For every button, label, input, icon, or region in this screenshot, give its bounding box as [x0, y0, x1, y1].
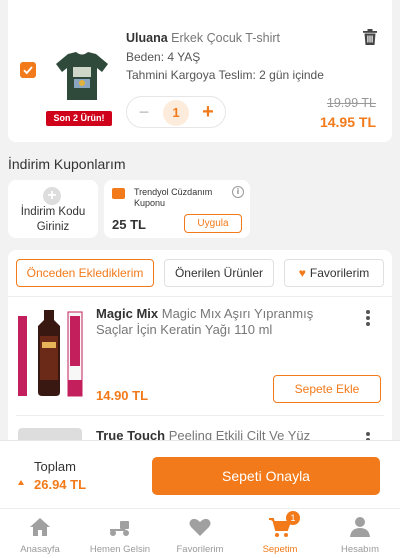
total-value[interactable]: 26.94 TL [34, 477, 86, 492]
decrease-quantity-button[interactable]: − [133, 103, 155, 123]
divider [8, 296, 392, 297]
quantity-value: 1 [163, 100, 189, 126]
nav-home[interactable]: Anasayfa [0, 509, 80, 558]
nav-favorites[interactable]: Favorilerim [160, 509, 240, 558]
home-icon [30, 518, 50, 536]
wallet-coupon-card: Trendyol Cüzdanım Kuponu i 25 TL Uygula [104, 180, 250, 238]
add-to-cart-button[interactable]: Sepete Ekle [273, 375, 381, 403]
nav-quick-delivery-label: Hemen Gelsin [89, 544, 151, 555]
increase-quantity-button[interactable]: + [197, 102, 219, 124]
reco-product-price: 14.90 TL [96, 388, 149, 403]
nav-home-label: Anasayfa [20, 544, 60, 555]
cart-item-title[interactable]: Uluana Erkek Çocuk T-shirt [126, 31, 280, 45]
nav-favorites-label: Favorilerim [176, 544, 224, 555]
confirm-cart-button[interactable]: Sepeti Onayla [152, 457, 380, 495]
chevron-up-icon[interactable] [18, 480, 24, 485]
total-label: Toplam [34, 459, 76, 474]
bottom-navigation: Anasayfa Hemen Gelsin Favorilerim 1 Sepe… [0, 508, 400, 558]
divider [16, 415, 384, 416]
wallet-icon [112, 188, 125, 199]
stock-badge: Son 2 Ürün! [46, 111, 112, 126]
enter-coupon-label: İndirim Kodu Giriniz [20, 206, 86, 233]
cart-item-delivery: Tahmini Kargoya Teslim: 2 gün içinde [126, 68, 324, 82]
nav-account[interactable]: Hesabım [320, 509, 400, 558]
item-checkbox[interactable] [20, 62, 36, 78]
reco-product-brand: Magic Mix [96, 306, 159, 321]
cart-count-badge: 1 [286, 511, 300, 525]
nav-account-label: Hesabım [340, 544, 379, 555]
checkout-summary-bar: Toplam 26.94 TL Sepeti Onayla [0, 440, 400, 508]
nav-cart-label: Sepetim [262, 544, 298, 555]
cart-item-name: Erkek Çocuk T-shirt [171, 31, 280, 45]
product-image[interactable] [52, 50, 112, 102]
scooter-icon [110, 521, 129, 536]
reco-product-title[interactable]: Magic Mix Magic Mıx Aşırı Yıpranmış Saçl… [96, 306, 336, 338]
tab-favorites-label: Favorilerim [309, 266, 370, 280]
info-icon[interactable]: i [232, 186, 244, 198]
old-price: 19.99 TL [326, 96, 376, 110]
wallet-coupon-title: Trendyol Cüzdanım Kuponu [134, 187, 213, 208]
heart-icon [189, 518, 211, 536]
cart-item-card: Son 2 Ürün! Uluana Erkek Çocuk T-shirt B… [8, 0, 392, 142]
tab-previously-added[interactable]: Önceden Eklediklerim [16, 259, 154, 287]
wallet-coupon-amount: 25 TL [112, 217, 146, 232]
check-icon [23, 66, 33, 75]
plus-circle-icon: + [43, 187, 61, 205]
cart-item-size: Beden: 4 YAŞ [126, 50, 201, 64]
reco-product-image[interactable] [16, 306, 90, 402]
apply-coupon-button[interactable]: Uygula [184, 214, 242, 233]
tab-recommended[interactable]: Önerilen Ürünler [164, 259, 274, 287]
nav-cart[interactable]: 1 Sepetim [240, 509, 320, 558]
heart-icon: ♥ [298, 266, 306, 280]
nav-quick-delivery[interactable]: Hemen Gelsin [80, 509, 160, 558]
trash-icon[interactable] [362, 28, 378, 46]
recommendations-panel: Önceden Eklediklerim Önerilen Ürünler ♥ F… [8, 250, 392, 450]
coupons-section-title: İndirim Kuponlarım [8, 156, 126, 172]
cart-item-brand: Uluana [126, 31, 168, 45]
enter-coupon-code-button[interactable]: + İndirim Kodu Giriniz [8, 180, 98, 238]
new-price: 14.95 TL [319, 114, 376, 130]
user-icon [350, 517, 370, 537]
tab-favorites[interactable]: ♥ Favorilerim [284, 259, 384, 287]
more-options-icon[interactable] [365, 310, 371, 328]
quantity-stepper: − 1 + [126, 96, 226, 128]
